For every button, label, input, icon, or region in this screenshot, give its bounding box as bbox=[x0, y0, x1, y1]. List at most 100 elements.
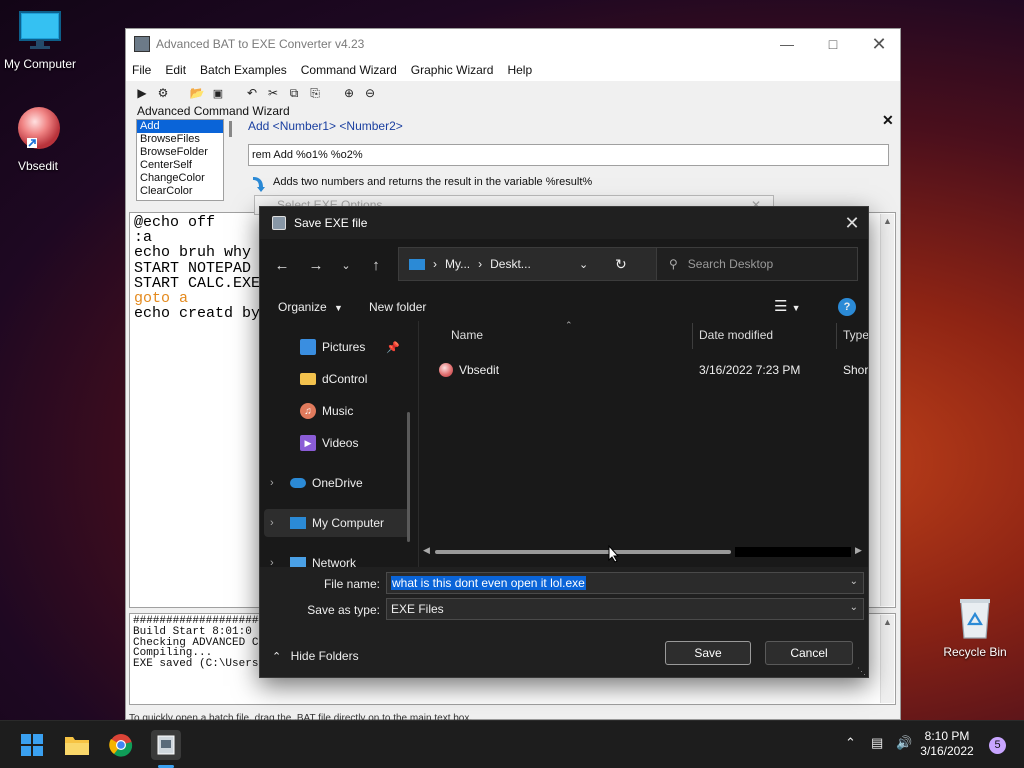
undo-icon[interactable]: ↶ bbox=[244, 85, 260, 101]
menu-file[interactable]: File bbox=[132, 63, 151, 77]
scroll-right-icon[interactable]: ▶ bbox=[855, 545, 862, 556]
dialog-titlebar: Save EXE file bbox=[260, 207, 868, 239]
videos-icon: ▶ bbox=[300, 435, 316, 451]
wizard-command-item[interactable]: ClearColor bbox=[137, 185, 223, 198]
zoom-out-icon[interactable]: ⊖ bbox=[362, 85, 378, 101]
wizard-command-item[interactable]: Add bbox=[137, 120, 223, 133]
menu-help[interactable]: Help bbox=[507, 63, 532, 77]
search-icon: ⚲ bbox=[669, 257, 678, 271]
save-button[interactable]: Save bbox=[665, 641, 751, 665]
file-explorer-icon[interactable] bbox=[63, 731, 91, 759]
wizard-command-item[interactable]: CenterSelf bbox=[137, 159, 223, 172]
save-exe-dialog: Save EXE file ✕ ← → ⌄ ↑ › My... › Deskt.… bbox=[259, 206, 869, 678]
menu-command-wizard[interactable]: Command Wizard bbox=[301, 63, 397, 77]
gear-icon[interactable]: ⚙ bbox=[155, 85, 171, 101]
zoom-in-icon[interactable]: ⊕ bbox=[341, 85, 357, 101]
chrome-icon[interactable] bbox=[107, 731, 135, 759]
scroll-left-icon[interactable]: ◀ bbox=[423, 545, 430, 556]
refresh-icon[interactable]: ↻ bbox=[615, 256, 627, 273]
view-options-icon[interactable]: ☰ ▼ bbox=[774, 293, 801, 321]
wizard-list-scrollbar[interactable] bbox=[229, 121, 232, 137]
nav-item-music[interactable]: ♫ Music bbox=[260, 397, 416, 425]
breadcrumb-item[interactable]: My... bbox=[445, 257, 470, 271]
dialog-close-button[interactable]: ✕ bbox=[836, 207, 868, 239]
column-header-date-modified[interactable]: Date modified bbox=[699, 321, 773, 349]
maximize-button[interactable]: □ bbox=[810, 29, 856, 59]
wizard-command-input[interactable]: rem Add %o1% %o2% bbox=[248, 144, 889, 166]
chevron-down-icon[interactable]: ⌄ bbox=[332, 247, 360, 283]
folder-icon bbox=[300, 373, 316, 385]
resize-grip-icon[interactable]: ⋱ bbox=[857, 666, 866, 677]
horizontal-scrollbar[interactable]: ◀ ▶ bbox=[423, 545, 865, 557]
nav-item-my-computer[interactable]: › My Computer bbox=[264, 509, 410, 537]
sort-ascending-icon: ⌃ bbox=[565, 321, 573, 330]
save-icon[interactable]: ▣ bbox=[210, 85, 226, 101]
pictures-icon bbox=[300, 339, 316, 355]
caret-down-icon: ▼ bbox=[334, 303, 343, 313]
menu-graphic-wizard[interactable]: Graphic Wizard bbox=[411, 63, 494, 77]
column-header-type[interactable]: Type bbox=[843, 321, 868, 349]
close-button[interactable]: ✕ bbox=[856, 29, 902, 59]
search-input[interactable]: ⚲ Search Desktop bbox=[656, 247, 858, 281]
wizard-close-icon[interactable]: ✕ bbox=[882, 112, 894, 129]
nav-item-onedrive[interactable]: › OneDrive bbox=[260, 469, 416, 497]
clock[interactable]: 8:10 PM 3/16/2022 bbox=[912, 729, 982, 759]
wizard-command-list[interactable]: Add BrowseFiles BrowseFolder CenterSelf … bbox=[136, 119, 224, 201]
save-options-panel: File name: what is this dont even open i… bbox=[260, 567, 868, 677]
wizard-command-item[interactable]: BrowseFolder bbox=[137, 146, 223, 159]
wizard-command-item[interactable]: ChangeColor bbox=[137, 172, 223, 185]
help-icon[interactable]: ? bbox=[838, 298, 856, 316]
column-header-name[interactable]: Name bbox=[451, 321, 483, 349]
network-icon[interactable]: ▤ bbox=[871, 735, 883, 751]
cancel-button[interactable]: Cancel bbox=[765, 641, 853, 665]
nav-item-pictures[interactable]: Pictures 📌 bbox=[260, 333, 416, 361]
minimize-button[interactable]: — bbox=[764, 29, 810, 59]
save-as-type-select[interactable]: EXE Files ⌄ bbox=[386, 598, 864, 620]
file-name-input[interactable]: what is this dont even open it lol.exe ⌄ bbox=[386, 572, 864, 594]
up-icon[interactable]: ↑ bbox=[362, 247, 390, 283]
chevron-down-icon[interactable]: ⌄ bbox=[579, 258, 588, 271]
back-icon[interactable]: ← bbox=[268, 247, 296, 283]
breadcrumb-item[interactable]: Deskt... bbox=[490, 257, 531, 271]
organize-button[interactable]: Organize ▼ bbox=[278, 293, 343, 321]
desktop-icon-vbsedit[interactable]: Vbsedit bbox=[0, 106, 78, 173]
nav-item-dcontrol[interactable]: dControl bbox=[260, 365, 416, 393]
nav-item-label: Videos bbox=[322, 436, 359, 450]
chevron-right-icon[interactable]: › bbox=[270, 477, 274, 489]
open-folder-icon[interactable]: 📂 bbox=[189, 85, 205, 101]
file-row[interactable]: Vbsedit 3/16/2022 7:23 PM Short bbox=[439, 359, 868, 381]
wizard-title: Advanced Command Wizard bbox=[137, 104, 290, 118]
chevron-right-icon[interactable]: › bbox=[270, 517, 274, 529]
clock-date: 3/16/2022 bbox=[920, 744, 974, 758]
copy-icon[interactable]: ⧉ bbox=[286, 85, 302, 101]
cut-icon[interactable]: ✂ bbox=[265, 85, 281, 101]
chevron-down-icon[interactable]: ⌄ bbox=[850, 576, 858, 587]
wizard-command-item[interactable]: BrowseFiles bbox=[137, 133, 223, 146]
chevron-down-icon[interactable]: ⌄ bbox=[850, 602, 858, 613]
menu-batch-examples[interactable]: Batch Examples bbox=[200, 63, 287, 77]
notification-badge[interactable]: 5 bbox=[989, 737, 1006, 754]
nav-item-videos[interactable]: ▶ Videos bbox=[260, 429, 416, 457]
breadcrumb-separator-icon: › bbox=[478, 257, 483, 271]
chevron-up-icon[interactable]: ⌃ bbox=[845, 735, 856, 751]
paste-icon[interactable]: ⎘ bbox=[307, 85, 323, 101]
run-icon[interactable]: ▶ bbox=[134, 85, 150, 101]
desktop-icon-recycle-bin[interactable]: Recycle Bin bbox=[935, 596, 1015, 659]
forward-icon[interactable]: → bbox=[302, 247, 330, 283]
desktop-icon-my-computer[interactable]: My Computer bbox=[0, 10, 80, 71]
new-folder-button[interactable]: New folder bbox=[369, 293, 426, 321]
nav-pane-scrollbar[interactable] bbox=[407, 412, 410, 542]
menu-edit[interactable]: Edit bbox=[165, 63, 186, 77]
editor-scrollbar[interactable]: ▲ bbox=[880, 214, 894, 606]
hide-folders-button[interactable]: ⌃ Hide Folders bbox=[272, 649, 359, 663]
scroll-thumb[interactable] bbox=[435, 550, 731, 554]
start-icon[interactable] bbox=[18, 731, 46, 759]
nav-item-label: dControl bbox=[322, 372, 368, 386]
file-name-value: what is this dont even open it lol.exe bbox=[391, 576, 586, 590]
chevron-up-icon: ⌃ bbox=[272, 651, 282, 663]
output-scrollbar[interactable]: ▲ bbox=[880, 615, 894, 703]
wizard-insert-icon[interactable] bbox=[250, 175, 266, 193]
volume-icon[interactable]: 🔊 bbox=[896, 735, 912, 751]
address-bar[interactable]: › My... › Deskt... ⌄ ↻ bbox=[398, 247, 658, 281]
bat-to-exe-icon[interactable] bbox=[151, 730, 181, 760]
